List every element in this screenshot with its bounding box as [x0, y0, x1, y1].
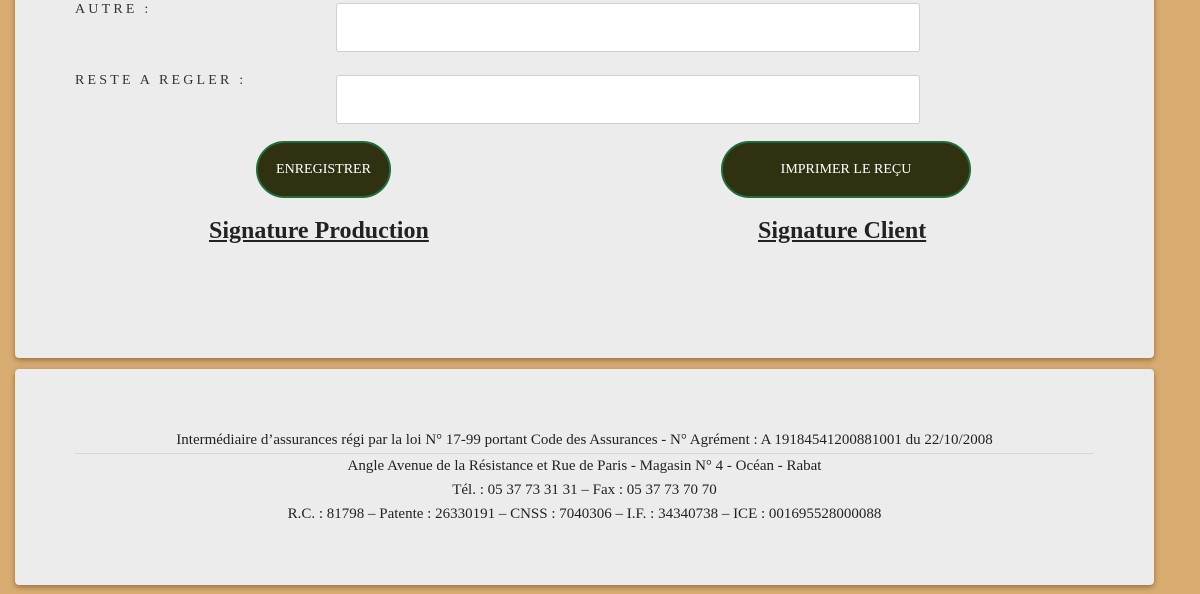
reste-a-regler-label: RESTE A REGLER :: [75, 73, 247, 88]
reste-a-regler-input[interactable]: [336, 75, 920, 124]
footer-registration-line: R.C. : 81798 – Patente : 26330191 – CNSS…: [287, 506, 882, 522]
footer-address-line: Angle Avenue de la Résistance et Rue de …: [347, 458, 822, 474]
autre-input[interactable]: [336, 3, 920, 52]
save-button[interactable]: ENREGISTRER: [256, 141, 391, 198]
signature-production-title: Signature Production: [209, 218, 429, 244]
signature-client-title: Signature Client: [758, 218, 927, 244]
print-receipt-button[interactable]: IMPRIMER LE REÇU: [721, 141, 971, 198]
footer-contact-line: Tél. : 05 37 73 31 31 – Fax : 05 37 73 7…: [452, 482, 717, 498]
autre-label: AUTRE :: [75, 2, 152, 17]
form-card: AUTRE : RESTE A REGLER : ENREGISTRER IMP…: [15, 0, 1154, 358]
footer-card: Intermédiaire d’assurances régi par la l…: [15, 369, 1154, 585]
footer-divider: [75, 453, 1094, 454]
footer-legal-line: Intermédiaire d’assurances régi par la l…: [176, 432, 993, 448]
